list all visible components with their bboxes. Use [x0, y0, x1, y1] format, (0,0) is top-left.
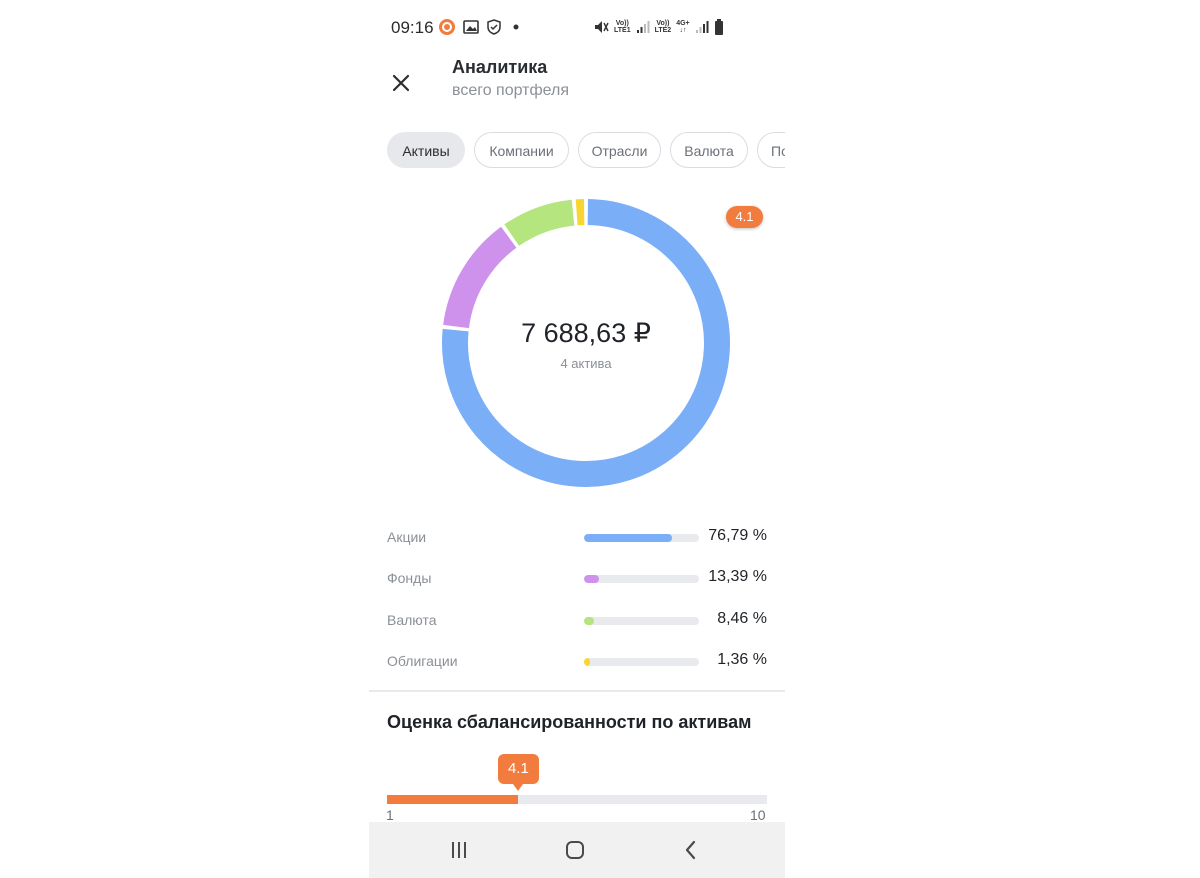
balance-score-fill	[387, 795, 518, 804]
balance-section-title: Оценка сбалансированности по активам	[387, 712, 752, 732]
shield-icon	[487, 19, 501, 35]
page-subtitle: всего портфеля	[452, 82, 570, 99]
slider-max-label: 10	[750, 807, 766, 823]
volte2-top-label: Vo))	[656, 20, 670, 27]
tabs-bar: Активы Компании Отрасли Валюта По	[387, 132, 785, 170]
breakdown-bar	[584, 617, 699, 625]
mute-icon	[593, 19, 609, 35]
breakdown-value: 1,36 %	[717, 651, 767, 668]
breakdown-row-currency: Валюта 8,46 %	[387, 610, 767, 630]
tab-assets[interactable]: Активы	[387, 132, 465, 168]
close-icon	[392, 74, 410, 92]
system-nav-bar	[369, 822, 785, 878]
volte-lte2-icon: Vo)) LTE2	[655, 20, 672, 34]
status-time: 09:16	[391, 18, 434, 37]
tab-industries[interactable]: Отрасли	[578, 132, 661, 168]
recent-apps-icon	[452, 842, 466, 858]
volte1-bottom-label: LTE1	[614, 27, 631, 34]
score-badge[interactable]: 4.1	[726, 206, 763, 228]
breakdown-row-bonds: Облигации 1,36 %	[387, 651, 767, 671]
breakdown-bar	[584, 575, 699, 583]
balance-score-slider	[387, 795, 767, 804]
breakdown-bar-fill	[584, 575, 600, 583]
status-bar: 09:16 Vo)) LTE1 Vo)) LTE2 4G+ ↓↑	[369, 12, 785, 44]
breakdown-bar-fill	[584, 617, 594, 625]
signal-icon	[636, 20, 650, 34]
breakdown-value: 76,79 %	[708, 527, 767, 544]
app-notification-icon	[439, 19, 455, 35]
breakdown-bar	[584, 658, 699, 666]
section-divider	[369, 690, 785, 692]
breakdown-label: Облигации	[387, 653, 458, 669]
tab-companies[interactable]: Компании	[474, 132, 569, 168]
phone-screen: 09:16 Vo)) LTE1 Vo)) LTE2 4G+ ↓↑ Аналити…	[369, 0, 785, 878]
portfolio-total: 7 688,63 ₽	[521, 318, 651, 348]
breakdown-bar-fill	[584, 658, 590, 666]
net-type-label: 4G+	[676, 20, 690, 27]
volte2-bottom-label: LTE2	[654, 27, 672, 34]
breakdown-label: Фонды	[387, 570, 432, 586]
breakdown-bar-fill	[584, 534, 673, 542]
donut-segment-1	[443, 226, 517, 329]
arrows-icon: ↓↑	[679, 27, 687, 34]
breakdown-label: Валюта	[387, 612, 437, 628]
volte1-top-label: Vo))	[615, 20, 629, 27]
close-button[interactable]	[383, 62, 419, 98]
breakdown-value: 13,39 %	[708, 568, 767, 585]
tab-more[interactable]: По	[757, 132, 785, 168]
battery-icon	[714, 19, 724, 35]
breakdown-label: Акции	[387, 529, 427, 545]
gallery-icon	[463, 20, 479, 34]
page-title: Аналитика	[452, 57, 548, 77]
home-button[interactable]	[561, 836, 589, 864]
recent-apps-button[interactable]	[445, 836, 473, 864]
breakdown-row-funds: Фонды 13,39 %	[387, 568, 767, 588]
back-icon	[685, 840, 696, 860]
assets-count: 4 актива	[560, 356, 612, 371]
balance-score-bubble: 4.1	[497, 754, 539, 791]
donut-segment-2	[504, 199, 575, 247]
4g-icon: 4G+ ↓↑	[676, 20, 689, 34]
breakdown-row-stocks: Акции 76,79 %	[387, 527, 767, 547]
volte-lte1-icon: Vo)) LTE1	[614, 20, 631, 34]
breakdown-value: 8,46 %	[717, 610, 767, 627]
slider-min-label: 1	[386, 807, 394, 823]
tab-currency[interactable]: Валюта	[670, 132, 748, 168]
back-button[interactable]	[677, 836, 705, 864]
dot-icon	[509, 20, 523, 34]
breakdown-bar	[584, 534, 699, 542]
signal-icon	[695, 20, 709, 34]
home-icon	[566, 841, 584, 859]
